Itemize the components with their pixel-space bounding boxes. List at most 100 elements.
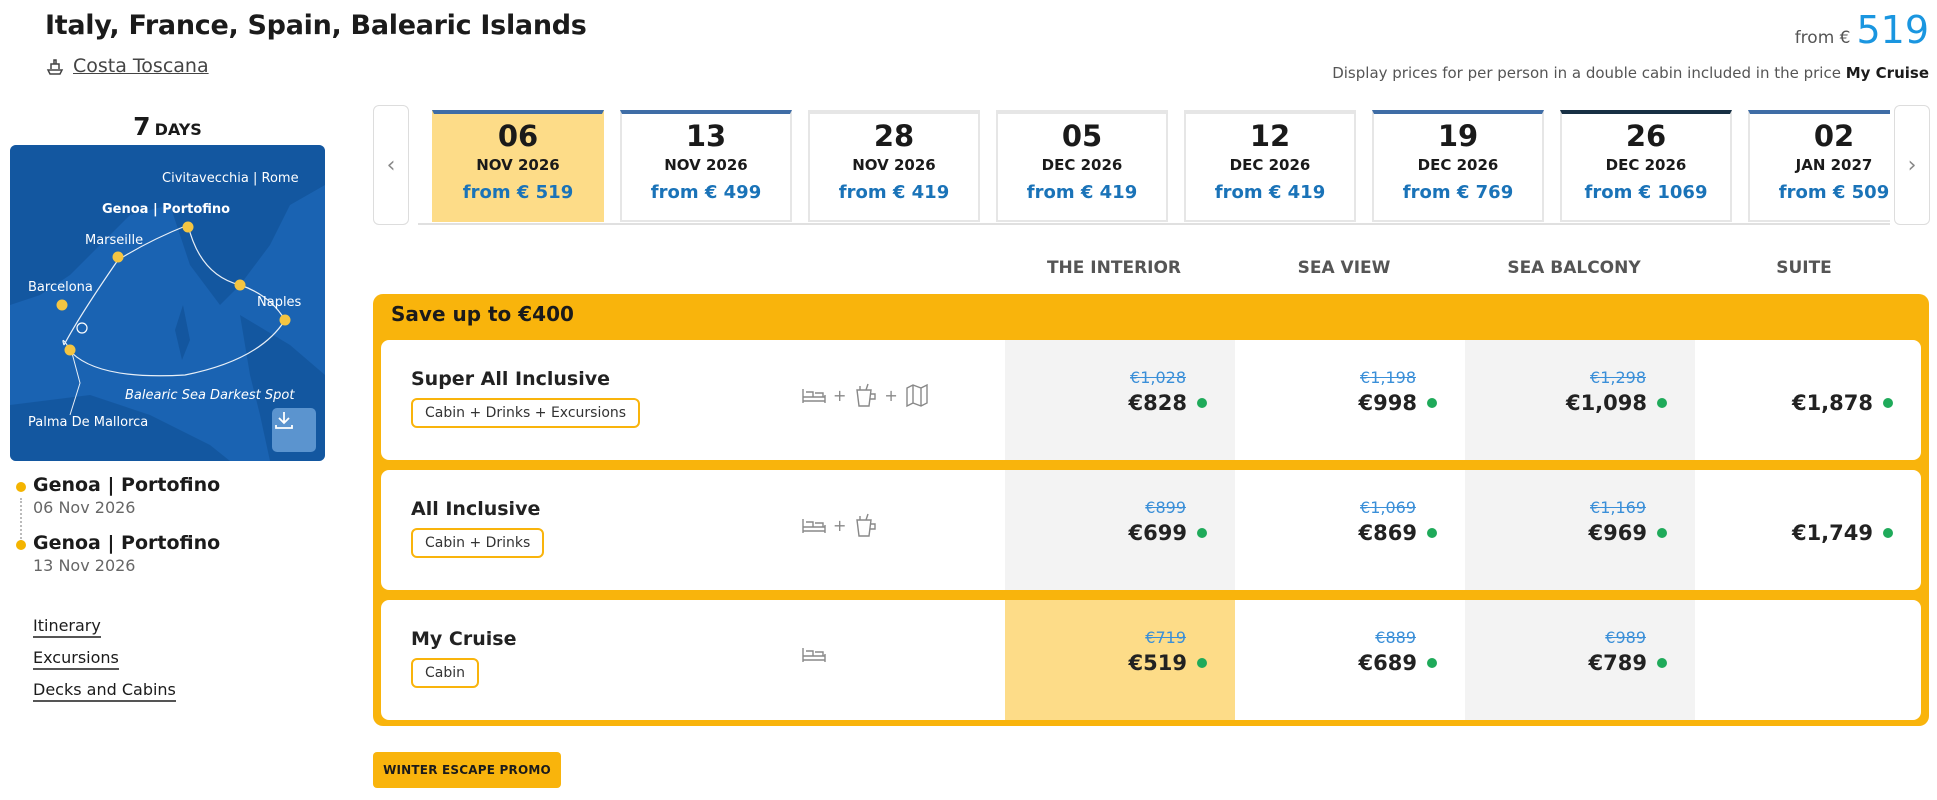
date-month: DEC 2026 xyxy=(1605,156,1687,174)
drink-icon xyxy=(856,383,877,407)
date-day: 02 xyxy=(1813,119,1855,153)
new-price: €699 xyxy=(1129,521,1207,545)
date-card[interactable]: 12 DEC 2026 from € 419 xyxy=(1184,110,1356,222)
date-day: 19 xyxy=(1437,119,1479,153)
bed-icon xyxy=(802,389,826,403)
new-price: €969 xyxy=(1589,521,1667,545)
col-sea-view: SEA VIEW xyxy=(1297,258,1391,278)
new-price: €1,098 xyxy=(1566,391,1667,415)
price-cell[interactable]: €989 €789 xyxy=(1465,600,1695,720)
price-cell-selected[interactable]: €719 €519 xyxy=(1005,600,1235,720)
price-cell[interactable]: €1,749 xyxy=(1691,470,1921,590)
carousel-prev-button[interactable]: ‹ xyxy=(373,105,409,225)
download-map-button[interactable] xyxy=(272,408,316,452)
map-icon xyxy=(906,383,928,408)
date-card[interactable]: 02 JAN 2027 from € 509 xyxy=(1748,110,1890,222)
date-day: 13 xyxy=(685,119,727,153)
price-from-value: 519 xyxy=(1856,8,1929,52)
new-price: €519 xyxy=(1129,651,1207,675)
availability-dot-icon xyxy=(1427,658,1437,668)
download-icon xyxy=(275,412,293,429)
availability-dot-icon xyxy=(1427,528,1437,538)
availability-dot-icon xyxy=(1883,398,1893,408)
days-label: DAYS xyxy=(154,120,202,139)
date-price: from € 1069 xyxy=(1584,182,1708,203)
availability-dot-icon xyxy=(1657,398,1667,408)
new-price-value: €1,878 xyxy=(1791,391,1873,415)
port-connector xyxy=(20,498,22,542)
date-card[interactable]: 26 DEC 2026 from € 1069 xyxy=(1560,110,1732,222)
package-tag: Cabin + Drinks + Excursions xyxy=(411,398,641,428)
ship-name[interactable]: Costa Toscana xyxy=(73,55,209,77)
date-price: from € 519 xyxy=(462,182,574,203)
ship-link[interactable]: Costa Toscana xyxy=(45,55,209,77)
map-label-marseille: Marseille xyxy=(85,233,144,248)
plus-icon: + xyxy=(833,385,847,405)
price-cell[interactable]: €899 €699 xyxy=(1005,470,1235,590)
new-price-value: €869 xyxy=(1358,521,1417,545)
date-card[interactable]: 06 NOV 2026 from € 519 xyxy=(432,110,604,222)
link-excursions[interactable]: Excursions xyxy=(33,648,119,670)
old-price: €989 xyxy=(1605,628,1646,647)
date-card[interactable]: 13 NOV 2026 from € 499 xyxy=(620,110,792,222)
col-sea-balcony: SEA BALCONY xyxy=(1507,258,1641,278)
new-price: €869 xyxy=(1359,521,1437,545)
new-price: €998 xyxy=(1359,391,1437,415)
ship-icon xyxy=(46,59,64,75)
chevron-right-icon: › xyxy=(1907,152,1917,178)
old-price: €1,028 xyxy=(1130,368,1186,387)
price-cell[interactable]: €889 €689 xyxy=(1235,600,1465,720)
promo-badge[interactable]: WINTER ESCAPE PROMO xyxy=(373,752,561,788)
date-day: 28 xyxy=(873,119,915,153)
package-row: Super All Inclusive Cabin + Drinks + Exc… xyxy=(381,340,1921,460)
port-dot-icon xyxy=(16,540,26,550)
date-month: NOV 2026 xyxy=(664,156,748,174)
new-price-value: €519 xyxy=(1128,651,1187,675)
new-price-value: €789 xyxy=(1588,651,1647,675)
date-day: 06 xyxy=(497,119,539,153)
itinerary-map[interactable]: Civitavecchia | Rome Genoa | Portofino M… xyxy=(10,145,325,461)
new-price-value: €699 xyxy=(1128,521,1187,545)
col-interior: THE INTERIOR xyxy=(1046,258,1182,278)
days-number: 7 xyxy=(133,112,151,141)
date-card[interactable]: 19 DEC 2026 from € 769 xyxy=(1372,110,1544,222)
date-month: DEC 2026 xyxy=(1229,156,1311,174)
map-label-barcelona: Barcelona xyxy=(28,280,93,295)
departure-dates: 06 NOV 2026 from € 519 13 NOV 2026 from … xyxy=(418,108,1890,225)
availability-dot-icon xyxy=(1657,528,1667,538)
map-label-genoa: Genoa | Portofino xyxy=(102,202,231,217)
price-cell[interactable]: €1,298 €1,098 xyxy=(1465,340,1695,460)
port-date: 06 Nov 2026 xyxy=(33,498,136,517)
price-cell[interactable]: €1,028 €828 xyxy=(1005,340,1235,460)
package-icons: + + xyxy=(801,382,930,408)
date-month: DEC 2026 xyxy=(1041,156,1123,174)
date-month: JAN 2027 xyxy=(1795,156,1873,174)
new-price-value: €828 xyxy=(1128,391,1187,415)
date-price: from € 419 xyxy=(1214,182,1326,203)
availability-dot-icon xyxy=(1657,658,1667,668)
package-name: All Inclusive xyxy=(411,498,541,520)
col-suite: SUITE xyxy=(1776,258,1832,278)
price-from: from € 519 xyxy=(1795,8,1929,52)
date-day: 26 xyxy=(1625,119,1667,153)
date-month: NOV 2026 xyxy=(852,156,936,174)
port-name: Genoa | Portofino xyxy=(33,532,221,554)
map-label-civitavecchia: Civitavecchia | Rome xyxy=(162,171,299,186)
date-card[interactable]: 05 DEC 2026 from € 419 xyxy=(996,110,1168,222)
date-card[interactable]: 28 NOV 2026 from € 419 xyxy=(808,110,980,222)
price-cell[interactable]: €1,198 €998 xyxy=(1235,340,1465,460)
new-price: €689 xyxy=(1359,651,1437,675)
page-title: Italy, France, Spain, Balearic Islands xyxy=(45,10,587,41)
chevron-left-icon: ‹ xyxy=(386,152,396,178)
port-name: Genoa | Portofino xyxy=(33,474,221,496)
price-cell[interactable]: €1,878 xyxy=(1691,340,1921,460)
drink-icon xyxy=(856,513,877,537)
link-decks-cabins[interactable]: Decks and Cabins xyxy=(33,680,176,702)
date-price: from € 769 xyxy=(1402,182,1514,203)
price-cell[interactable]: €1,169 €969 xyxy=(1465,470,1695,590)
new-price: €1,878 xyxy=(1792,391,1893,415)
link-itinerary[interactable]: Itinerary xyxy=(33,616,101,638)
carousel-next-button[interactable]: › xyxy=(1894,105,1930,225)
price-cell[interactable]: €1,069 €869 xyxy=(1235,470,1465,590)
date-day: 12 xyxy=(1249,119,1291,153)
